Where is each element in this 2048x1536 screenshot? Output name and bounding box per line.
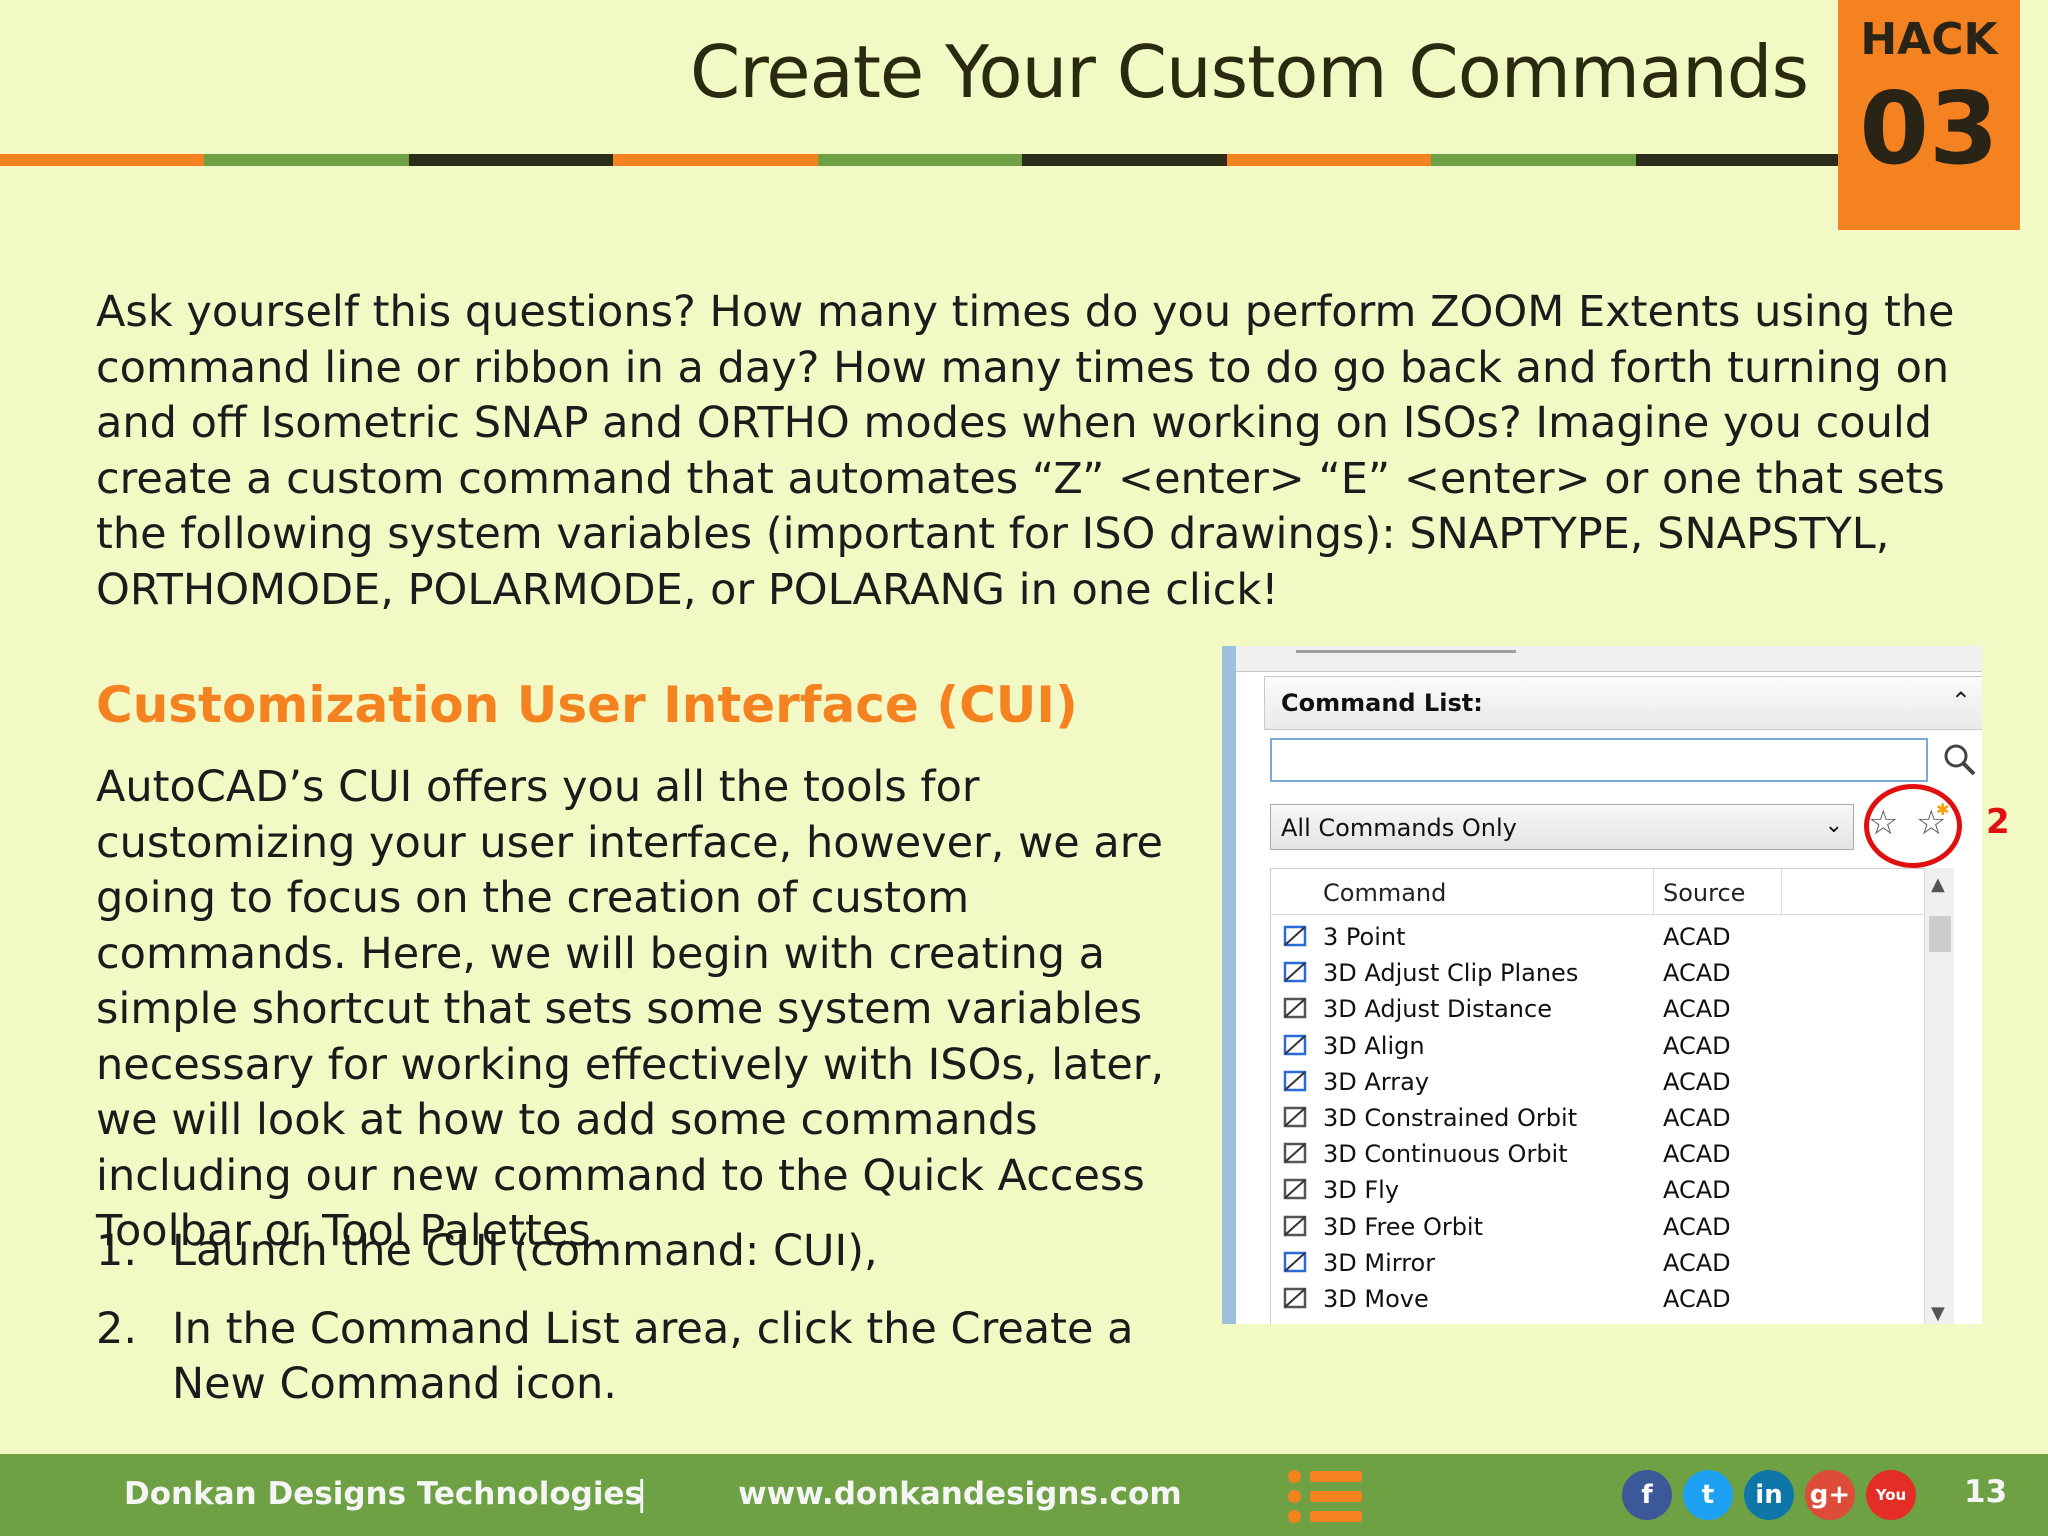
- command-name: 3D Align: [1323, 1031, 1425, 1060]
- stripe-segment: [1226, 154, 1432, 166]
- command-source: ACAD: [1663, 1140, 1731, 1169]
- command-row[interactable]: 3D Adjust Clip Planes ACAD: [1271, 955, 1945, 991]
- command-name: 3D Free Orbit: [1323, 1212, 1484, 1241]
- title-stripe: [0, 154, 1840, 166]
- command-source: ACAD: [1663, 959, 1731, 988]
- twitter-icon[interactable]: t: [1683, 1470, 1733, 1520]
- move-icon: [1281, 1285, 1311, 1313]
- command-row[interactable]: 3D Continuous Orbit ACAD: [1271, 1136, 1945, 1172]
- callout-circle: [1864, 784, 1962, 868]
- command-row[interactable]: 3D Array ACAD: [1271, 1064, 1945, 1100]
- steps-list: 1. Launch the CUI (command: CUI), 2. In …: [96, 1224, 1216, 1435]
- command-table: Command Source 3 Point ACAD 3D Adjust Clip…: [1270, 868, 1946, 1324]
- command-row[interactable]: 3D Fly ACAD: [1271, 1172, 1945, 1208]
- command-source: ACAD: [1663, 1176, 1731, 1205]
- scroll-thumb[interactable]: [1929, 916, 1951, 952]
- command-source: ACAD: [1663, 1104, 1731, 1132]
- command-name: 3D Adjust Clip Planes: [1323, 959, 1579, 988]
- continuous-orbit-icon: [1281, 1140, 1311, 1168]
- command-row[interactable]: 3D Free Orbit ACAD: [1271, 1209, 1945, 1245]
- command-search-input[interactable]: [1270, 738, 1928, 782]
- command-name: 3 Point: [1323, 923, 1406, 951]
- footer-separator: |: [636, 1474, 648, 1514]
- footer-company: Donkan Designs Technologies: [124, 1476, 643, 1512]
- command-list-panel: Command List: ⌃ All Commands Only ⌄ ☆ ☆ ✱…: [1222, 646, 1982, 1324]
- footer: Donkan Designs Technologies | www.donkan…: [0, 1454, 2048, 1536]
- ucs-3point-icon: [1281, 923, 1311, 951]
- scroll-down-icon[interactable]: ▼: [1931, 1303, 1945, 1324]
- command-row[interactable]: 3D Constrained Orbit ACAD: [1271, 1100, 1945, 1136]
- step-item: 1. Launch the CUI (command: CUI),: [96, 1224, 1216, 1280]
- command-source: ACAD: [1663, 1067, 1731, 1096]
- command-source: ACAD: [1663, 1248, 1731, 1277]
- command-name: 3D Constrained Orbit: [1323, 1104, 1578, 1132]
- stripe-segment: [1635, 154, 1840, 166]
- hack-number: 03: [1859, 70, 1999, 187]
- hack-label: HACK: [1860, 14, 1998, 65]
- googleplus-icon[interactable]: g+: [1805, 1470, 1855, 1520]
- fly-icon: [1281, 1176, 1311, 1204]
- stripe-segment: [1431, 154, 1636, 166]
- table-header: Command Source: [1271, 869, 1945, 915]
- command-source: ACAD: [1663, 1031, 1731, 1060]
- stripe-segment: [408, 154, 614, 166]
- section-heading: Customization User Interface (CUI): [96, 676, 1078, 734]
- step-item: 2. In the Command List area, click the C…: [96, 1302, 1216, 1413]
- page-number: 13: [1964, 1474, 2008, 1510]
- mirror-icon: [1281, 1249, 1311, 1277]
- hack-badge: HACK 03: [1838, 0, 2020, 230]
- stripe-segment: [1022, 154, 1227, 166]
- command-source: ACAD: [1663, 1285, 1731, 1313]
- command-source: ACAD: [1663, 995, 1731, 1024]
- slide-title: Create Your Custom Commands: [689, 30, 1809, 114]
- chevron-down-icon: ⌄: [1824, 813, 1843, 838]
- array-icon: [1281, 1068, 1311, 1096]
- command-filter-dropdown[interactable]: All Commands Only ⌄: [1270, 804, 1854, 850]
- free-orbit-icon: [1281, 1213, 1311, 1241]
- column-header-source[interactable]: Source: [1663, 879, 1745, 907]
- step-number: 1.: [96, 1226, 138, 1276]
- command-row[interactable]: 3D Mirror ACAD: [1271, 1245, 1945, 1281]
- step-text: In the Command List area, click the Crea…: [172, 1303, 1134, 1410]
- column-header-command[interactable]: Command: [1323, 879, 1446, 907]
- vertical-scrollbar[interactable]: ▲ ▼: [1924, 868, 1954, 1324]
- stripe-segment: [817, 154, 1023, 166]
- filter-value: All Commands Only: [1281, 814, 1517, 842]
- stripe-segment: [0, 154, 205, 166]
- footer-url-link[interactable]: www.donkandesigns.com: [738, 1476, 1182, 1512]
- command-name: 3D Mirror: [1323, 1248, 1436, 1277]
- command-row[interactable]: 3 Point ACAD: [1271, 919, 1945, 955]
- command-list-label: Command List:: [1281, 689, 1483, 717]
- command-list-header[interactable]: Command List: ⌃: [1264, 676, 1982, 730]
- command-name: 3D Continuous Orbit: [1323, 1140, 1568, 1169]
- command-row[interactable]: 3D Align ACAD: [1271, 1028, 1945, 1064]
- command-name: 3D Adjust Distance: [1323, 995, 1552, 1024]
- section-paragraph: AutoCAD’s CUI offers you all the tools f…: [96, 762, 1165, 1256]
- align-icon: [1281, 1032, 1311, 1060]
- command-name: 3D Array: [1323, 1067, 1430, 1096]
- command-name: 3D Fly: [1323, 1176, 1400, 1205]
- command-source: ACAD: [1663, 923, 1731, 951]
- constrained-orbit-icon: [1281, 1104, 1311, 1132]
- intro-paragraph: Ask yourself this questions? How many ti…: [96, 287, 1955, 615]
- stripe-segment: [613, 154, 818, 166]
- clip-planes-icon: [1281, 959, 1311, 987]
- command-row[interactable]: 3D Move ACAD: [1271, 1281, 1945, 1317]
- search-icon[interactable]: [1942, 742, 1978, 778]
- scroll-up-icon[interactable]: ▲: [1931, 874, 1945, 895]
- collapse-icon[interactable]: ⌃: [1951, 687, 1971, 715]
- step-text: Launch the CUI (command: CUI),: [172, 1226, 878, 1276]
- youtube-icon[interactable]: You: [1866, 1470, 1916, 1520]
- command-source: ACAD: [1663, 1212, 1731, 1241]
- callout-number: 2: [1986, 802, 2010, 842]
- step-number: 2.: [96, 1303, 138, 1354]
- command-row[interactable]: 3D Adjust Distance ACAD: [1271, 991, 1945, 1027]
- facebook-icon[interactable]: f: [1622, 1470, 1672, 1520]
- menu-icon[interactable]: [1288, 1468, 1364, 1524]
- panel-top-edge: [1236, 646, 1982, 672]
- linkedin-icon[interactable]: in: [1744, 1470, 1794, 1520]
- stripe-segment: [204, 154, 409, 166]
- command-name: 3D Move: [1323, 1285, 1429, 1313]
- adjust-distance-icon: [1281, 995, 1311, 1023]
